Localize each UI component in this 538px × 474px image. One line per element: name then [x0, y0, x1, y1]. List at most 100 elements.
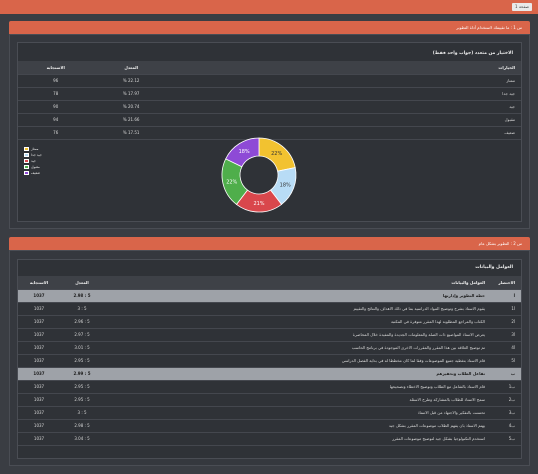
factor-text: يقوم الاستاذ بشرح وتوضيح المواد الدراسية… — [104, 302, 491, 316]
responses-value: 90 — [18, 100, 94, 114]
factor-code: ب — [491, 367, 521, 381]
factor-text: تحسنت بالتفكير والاجتهاد من قبل الاستاذ — [104, 406, 491, 420]
table-row: ب3 تحسنت بالتفكير والاجتهاد من قبل الاستا… — [18, 406, 521, 420]
option-label: جيد — [168, 100, 521, 114]
column-header-responses: الاستجابة — [18, 61, 94, 75]
question1-header[interactable]: س 1 : ما تقييمك لاستخدام أداة التطوير — [9, 21, 530, 34]
factor-text: تم توضيح العلاقة بين هذا المقرر والمقررا… — [104, 341, 491, 355]
question2-header[interactable]: س 2 : التطوير بشكل عام — [9, 237, 530, 250]
factor-text: تفاعل الطلاب وتحفيزهم — [104, 367, 491, 381]
responses-value: 1037 — [18, 328, 60, 342]
percent-value: 21.66 % — [93, 113, 169, 127]
factor-text: قام الاستاذ بالتفاعل مع الطلاب وتوضيح ال… — [104, 380, 491, 394]
responses-value: 1037 — [18, 419, 60, 433]
column-header-option: الخيارات — [168, 61, 521, 75]
responses-value: 1037 — [18, 354, 60, 368]
legend-label: ضعيف — [31, 171, 41, 175]
factor-code: أ — [491, 289, 521, 303]
factor-code: أ5 — [491, 354, 521, 368]
factor-code: أ1 — [491, 302, 521, 316]
slice-label: 22% — [271, 151, 282, 157]
group-row: ب تفاعل الطلاب وتحفيزهم 5 : 2.99 1037 — [18, 367, 521, 381]
score-value: 5 : 2.95 — [60, 380, 104, 394]
legend-label: ممتاز — [31, 147, 39, 151]
question2-table: الاختصار العوامل والبيانات المعدل الاستج… — [18, 276, 521, 446]
question2-card: العوامل والبيانات الاختصار العوامل والبي… — [17, 259, 522, 459]
column-header-percent: المعدل — [93, 61, 169, 75]
legend-swatch — [24, 147, 29, 151]
percent-value: 17.97 % — [93, 87, 169, 101]
score-value: 5 : 2.98 — [60, 289, 104, 303]
option-label: ممتاز — [168, 74, 521, 88]
question2-table-body: أ خطة التطوير وإدارتها 5 : 2.98 1037 أ1 يقوم … — [18, 289, 521, 446]
score-value: 5 : 2.99 — [60, 367, 104, 381]
question1-table-header: الخيارات المعدل الاستجابة — [18, 61, 521, 75]
legend-item: ضعيف — [24, 170, 42, 176]
responses-value: 1037 — [18, 432, 60, 446]
responses-value: 1037 — [18, 380, 60, 394]
legend-label: مقبول — [31, 165, 40, 169]
slice-label: 18% — [280, 183, 291, 189]
percent-value: 20.74 % — [93, 100, 169, 114]
column-header-item: العوامل والبيانات — [104, 276, 491, 290]
question1-table: الخيارات المعدل الاستجابة ممتاز 22.12 % … — [18, 61, 521, 140]
table-row: أ2 الكتاب والمراجع المطلوبة لهذا المقرر م… — [18, 315, 521, 329]
factor-text: يهتم الاستاذ بان يفهم الطلاب موضوعات الم… — [104, 419, 491, 433]
score-value: 5 : 2.95 — [60, 393, 104, 407]
factor-text: الكتاب والمراجع المطلوبة لهذا المقرر متو… — [104, 315, 491, 329]
factor-code: أ4 — [491, 341, 521, 355]
responses-value: 96 — [18, 74, 94, 88]
score-value: 5 : 2.97 — [60, 328, 104, 342]
table-row: جيد جدا 17.97 % 78 — [18, 87, 521, 101]
score-value: 5 : 2.95 — [60, 354, 104, 368]
responses-value: 1037 — [18, 289, 60, 303]
score-value: 5 : 3.01 — [60, 341, 104, 355]
top-bar: صفحة 1 — [0, 0, 538, 14]
responses-value: 1037 — [18, 367, 60, 381]
factor-text: خطة التطوير وإدارتها — [104, 289, 491, 303]
table-row: ب1 قام الاستاذ بالتفاعل مع الطلاب وتوضيح … — [18, 380, 521, 394]
question2-panel: العوامل والبيانات الاختصار العوامل والبي… — [9, 250, 530, 466]
table-row: أ1 يقوم الاستاذ بشرح وتوضيح المواد الدراس… — [18, 302, 521, 316]
responses-value: 1037 — [18, 393, 60, 407]
responses-value: 1037 — [18, 315, 60, 329]
question2-table-header: الاختصار العوامل والبيانات المعدل الاستج… — [18, 276, 521, 290]
factor-code: ب3 — [491, 406, 521, 420]
factor-code: ب1 — [491, 380, 521, 394]
legend-swatch — [24, 159, 29, 163]
question1-card-title: الاختيار من متعدد (جواب واحد فقط) — [432, 51, 513, 56]
table-row: أ5 قام الاستاذ بتغطية جميع الموضوعات وفقا… — [18, 354, 521, 368]
responses-value: 1037 — [18, 302, 60, 316]
score-value: 5 : 2.96 — [60, 315, 104, 329]
score-value: 5 : 3 — [60, 302, 104, 316]
factor-text: يعرض الاستاذ المواضيع ذات الصلة والمعلوم… — [104, 328, 491, 342]
table-row: أ3 يعرض الاستاذ المواضيع ذات الصلة والمعل… — [18, 328, 521, 342]
score-value: 5 : 2.98 — [60, 419, 104, 433]
column-header-code: الاختصار — [491, 276, 521, 290]
question2-card-title: العوامل والبيانات — [475, 265, 513, 270]
slice-label: 22% — [226, 179, 237, 185]
score-value: 5 : 3 — [60, 406, 104, 420]
column-header-score: المعدل — [60, 276, 104, 290]
table-row: ب5 استخدم التكنولوجيا بشكل جيد لتوضيح موض… — [18, 432, 521, 446]
slice-label: 21% — [253, 201, 264, 207]
factor-code: ب5 — [491, 432, 521, 446]
table-row: ممتاز 22.12 % 96 — [18, 74, 521, 88]
factor-code: أ3 — [491, 328, 521, 342]
legend-swatch — [24, 171, 29, 175]
responses-value: 1037 — [18, 406, 60, 420]
table-row: ب2 سمح الاستاذ للطلاب بالمشاركة وطرح الاس… — [18, 393, 521, 407]
table-row: جيد 20.74 % 90 — [18, 100, 521, 114]
factor-code: أ2 — [491, 315, 521, 329]
slice-label: 18% — [239, 149, 250, 155]
legend-label: جيد — [31, 159, 36, 163]
factor-code: ب4 — [491, 419, 521, 433]
score-value: 5 : 3.04 — [60, 432, 104, 446]
page-indicator[interactable]: صفحة 1 — [512, 3, 532, 11]
option-label: مقبول — [168, 113, 521, 127]
group-row: أ خطة التطوير وإدارتها 5 : 2.98 1037 — [18, 289, 521, 303]
factor-code: ب2 — [491, 393, 521, 407]
donut-chart: 22% 18% 21% 22% 18% — [221, 137, 297, 213]
responses-value: 78 — [18, 87, 94, 101]
column-header-responses: الاستجابة — [18, 276, 60, 290]
